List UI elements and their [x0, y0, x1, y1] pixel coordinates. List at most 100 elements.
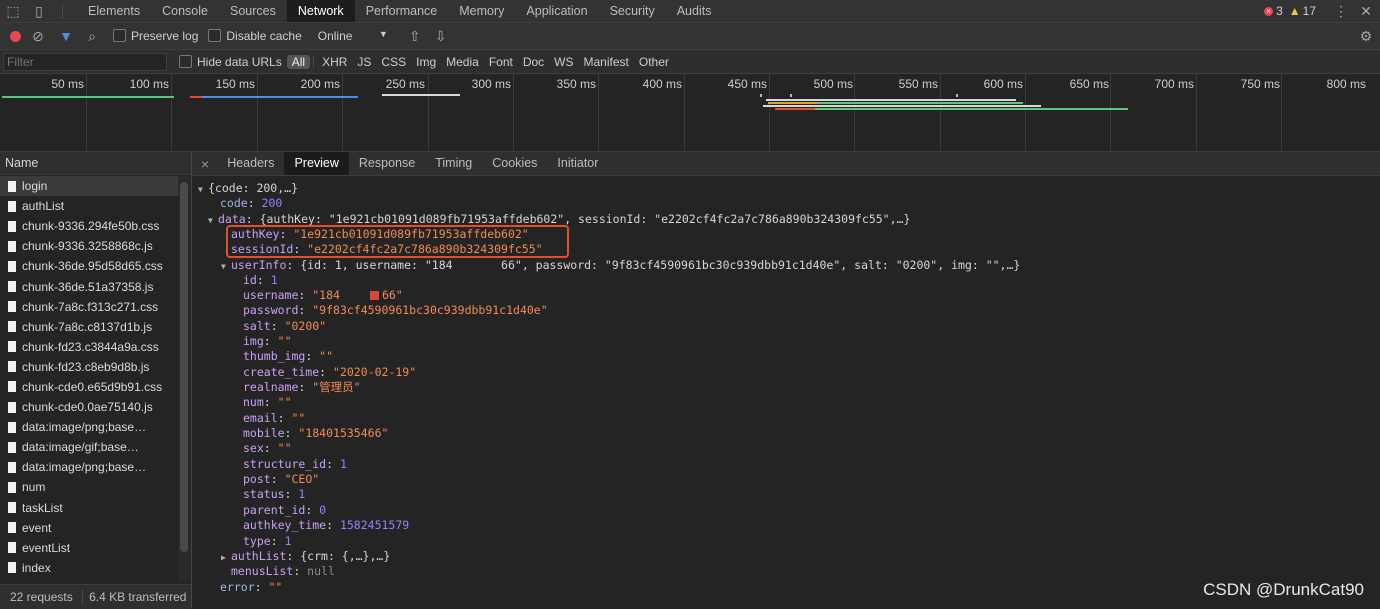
tab-application[interactable]: Application: [515, 0, 598, 22]
filter-type-font[interactable]: Font: [484, 55, 518, 69]
tab-response[interactable]: Response: [349, 152, 425, 175]
tab-performance[interactable]: Performance: [355, 0, 449, 22]
record-icon[interactable]: [10, 30, 21, 42]
filter-type-other[interactable]: Other: [634, 55, 674, 69]
name-column-header[interactable]: Name: [0, 152, 191, 175]
tab-security[interactable]: Security: [599, 0, 666, 22]
email-value: "": [291, 411, 306, 425]
scrollbar-thumb[interactable]: [180, 182, 188, 552]
tab-console[interactable]: Console: [151, 0, 219, 22]
preserve-log-checkbox[interactable]: Preserve log: [113, 29, 198, 43]
filter-type-css[interactable]: CSS: [376, 55, 411, 69]
request-row[interactable]: chunk-fd23.c3844a9a.css: [0, 337, 178, 357]
json-property-authlist[interactable]: ▶ authList: {crm: {,…},…}: [221, 549, 390, 564]
throttle-select[interactable]: Online ▼: [318, 29, 388, 43]
tab-cookies[interactable]: Cookies: [482, 152, 547, 175]
checkbox-box: [208, 29, 222, 42]
expand-triangle-icon[interactable]: ▼: [208, 213, 218, 228]
request-row[interactable]: index: [0, 558, 178, 578]
request-row[interactable]: event: [0, 518, 178, 538]
tab-elements[interactable]: Elements: [77, 0, 151, 22]
json-property-realname: realname: "管理员": [243, 380, 361, 394]
request-row[interactable]: num: [0, 477, 178, 497]
timeline-bar: [2, 96, 174, 98]
json-property-id: id: 1: [243, 273, 278, 287]
expand-triangle-icon[interactable]: ▼: [221, 259, 231, 274]
filter-type-manifest[interactable]: Manifest: [579, 55, 634, 69]
more-options-icon[interactable]: ⋮: [1330, 3, 1352, 20]
filter-type-media[interactable]: Media: [441, 55, 484, 69]
disable-cache-checkbox[interactable]: Disable cache: [208, 29, 302, 43]
request-name: login: [22, 179, 48, 194]
timeline-tick: 50 ms: [51, 77, 84, 91]
request-row[interactable]: chunk-36de.51a37358.js: [0, 276, 178, 296]
warning-count[interactable]: ▲ 17: [1289, 4, 1316, 18]
timeline-tick: 300 ms: [471, 77, 511, 91]
request-row[interactable]: login: [0, 176, 178, 197]
request-row[interactable]: chunk-fd23.c8eb9d8b.js: [0, 357, 178, 377]
request-row[interactable]: chunk-9336.294fe50b.css: [0, 216, 178, 236]
json-property-type: type: 1: [243, 534, 292, 548]
clear-icon[interactable]: ⊘: [21, 28, 55, 45]
grid-line: [257, 74, 258, 151]
request-row[interactable]: data:image/png;base…: [0, 417, 178, 437]
expand-triangle-icon[interactable]: ▼: [198, 182, 208, 197]
filter-input[interactable]: [3, 52, 167, 71]
export-har-icon[interactable]: ⇩: [428, 28, 454, 45]
timeline-bar: [815, 108, 1128, 110]
request-row[interactable]: chunk-9336.3258868c.js: [0, 236, 178, 256]
device-toolbar-icon[interactable]: ▯: [26, 3, 52, 20]
file-icon: [8, 341, 16, 353]
filter-type-doc[interactable]: Doc: [518, 55, 549, 69]
img-value: "": [277, 334, 292, 348]
file-icon: [8, 401, 16, 413]
file-icon: [8, 562, 16, 574]
request-name: data:image/png;base…: [22, 420, 147, 435]
tab-memory[interactable]: Memory: [448, 0, 515, 22]
tab-preview[interactable]: Preview: [284, 152, 349, 175]
filter-type-xhr[interactable]: XHR: [317, 55, 352, 69]
request-row[interactable]: authList: [0, 196, 178, 216]
request-name: chunk-cde0.e65d9b91.css: [22, 379, 163, 394]
tab-sources[interactable]: Sources: [219, 0, 287, 22]
request-name: chunk-cde0.0ae75140.js: [22, 400, 153, 415]
error-count[interactable]: × 3: [1264, 4, 1283, 18]
json-root[interactable]: ▼ {code: 200,…}: [198, 181, 298, 196]
filter-type-ws[interactable]: WS: [549, 55, 578, 69]
filter-type-img[interactable]: Img: [411, 55, 441, 69]
chevron-down-icon: ▼: [378, 29, 388, 39]
import-har-icon[interactable]: ⇧: [402, 28, 428, 45]
search-icon[interactable]: ⌕: [77, 28, 107, 45]
request-name: taskList: [22, 500, 63, 515]
request-row[interactable]: chunk-cde0.e65d9b91.css: [0, 377, 178, 397]
request-row[interactable]: chunk-7a8c.c8137d1b.js: [0, 317, 178, 337]
request-row[interactable]: chunk-36de.95d58d65.css: [0, 256, 178, 276]
close-detail-icon[interactable]: ×: [192, 156, 217, 172]
filter-type-all[interactable]: All: [286, 54, 311, 69]
tab-timing[interactable]: Timing: [425, 152, 482, 175]
tab-audits[interactable]: Audits: [666, 0, 723, 22]
request-row[interactable]: data:image/gif;base…: [0, 437, 178, 457]
hide-data-urls-checkbox[interactable]: Hide data URLs: [179, 54, 282, 69]
inspect-element-icon[interactable]: ⬚: [0, 3, 26, 20]
settings-gear-icon[interactable]: ⚙: [1352, 28, 1380, 45]
filter-icon[interactable]: ▼: [55, 28, 77, 44]
request-row[interactable]: chunk-cde0.0ae75140.js: [0, 397, 178, 417]
request-row[interactable]: taskList: [0, 498, 178, 518]
num-value: "": [277, 395, 292, 409]
request-row[interactable]: data:image/png;base…: [0, 457, 178, 477]
filter-type-js[interactable]: JS: [352, 55, 376, 69]
request-row[interactable]: eventList: [0, 538, 178, 558]
close-icon[interactable]: ✕: [1352, 3, 1380, 20]
tab-network[interactable]: Network: [286, 0, 355, 22]
request-count: 22 requests: [10, 590, 73, 604]
tab-initiator[interactable]: Initiator: [547, 152, 608, 175]
network-overview-timeline[interactable]: 50 ms 100 ms 150 ms 200 ms 250 ms 300 ms…: [0, 74, 1380, 152]
json-property-userinfo[interactable]: ▼ userInfo: {id: 1, username: "184XXXXXXX…: [221, 258, 1020, 273]
tab-headers[interactable]: Headers: [217, 152, 284, 175]
request-row[interactable]: chunk-7a8c.f313c271.css: [0, 297, 178, 317]
timeline-tick: 450 ms: [727, 77, 767, 91]
request-list-scrollbar[interactable]: [178, 176, 190, 581]
request-detail-tabs: × Headers Preview Response Timing Cookie…: [192, 152, 1380, 176]
expand-triangle-icon[interactable]: ▶: [221, 550, 231, 565]
